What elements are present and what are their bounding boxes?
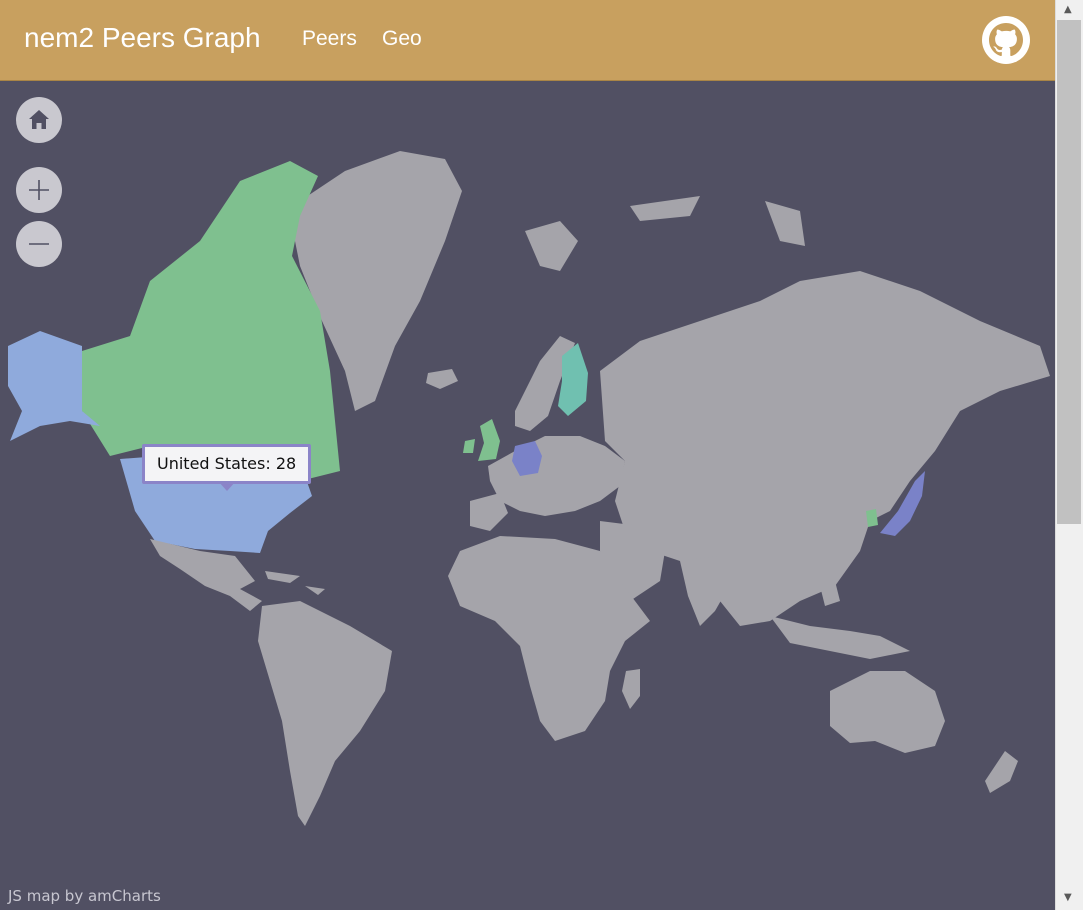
arrow-down-icon[interactable]: ▼ <box>1064 892 1072 903</box>
amcharts-credit-link[interactable]: JS map by amCharts <box>8 887 161 905</box>
nav-peers-link[interactable]: Peers <box>302 27 357 51</box>
zoom-out-button[interactable] <box>16 221 62 267</box>
country-tooltip: United States: 28 <box>142 444 312 484</box>
vertical-scrollbar[interactable]: ▲ ▼ <box>1055 0 1083 910</box>
australia-region <box>830 671 945 753</box>
canada-region <box>82 161 340 481</box>
south-korea-region <box>866 509 878 527</box>
tooltip-pointer <box>218 481 236 491</box>
arctic-islands-region <box>525 196 805 271</box>
scrollbar-thumb[interactable] <box>1057 20 1081 524</box>
plus-icon <box>29 180 49 200</box>
united-kingdom-region <box>463 419 500 461</box>
minus-icon <box>29 243 49 245</box>
top-navbar: nem2 Peers Graph Peers Geo <box>0 0 1055 81</box>
europe-region <box>488 436 625 516</box>
zoom-in-button[interactable] <box>16 167 62 213</box>
app-title[interactable]: nem2 Peers Graph <box>24 22 261 54</box>
world-map[interactable]: United States: 28 JS map by amCharts <box>0 81 1055 910</box>
madagascar-region <box>622 669 640 709</box>
arrow-up-icon[interactable]: ▲ <box>1064 4 1072 15</box>
caribbean-region <box>265 571 325 595</box>
github-icon[interactable] <box>981 15 1031 65</box>
south-america-region <box>258 601 392 826</box>
iceland-region <box>426 369 458 389</box>
nav-geo-link[interactable]: Geo <box>382 27 422 51</box>
home-button[interactable] <box>16 97 62 143</box>
home-icon <box>29 110 49 129</box>
new-zealand-region <box>985 751 1018 793</box>
world-map-canvas <box>8 151 1050 826</box>
asia-region <box>600 271 1050 626</box>
